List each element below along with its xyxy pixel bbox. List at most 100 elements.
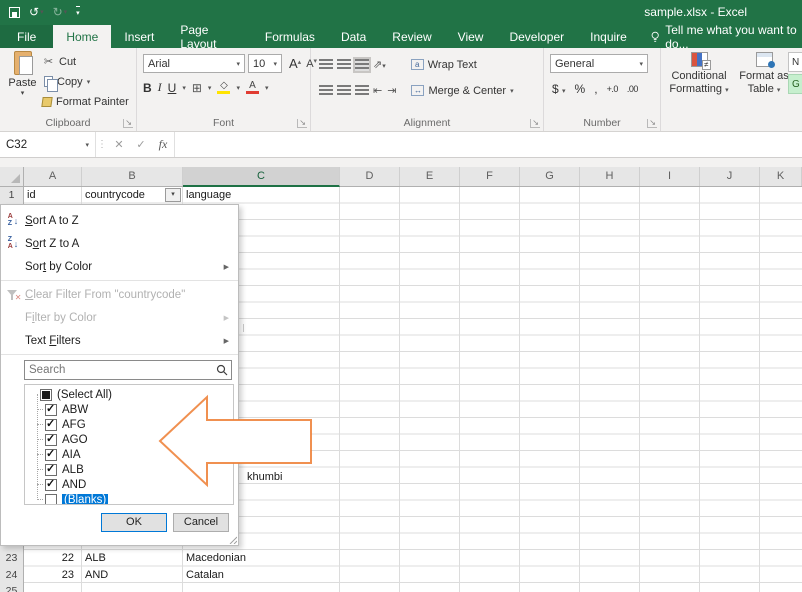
checkbox-abw[interactable]: ✓: [45, 404, 57, 416]
format-as-table-button[interactable]: Format as Table ▾: [737, 52, 791, 97]
redo-button[interactable]: ↻▾: [53, 6, 68, 19]
tab-developer[interactable]: Developer: [496, 25, 577, 48]
filter-search-box[interactable]: [24, 360, 232, 380]
customize-qat-icon[interactable]: ▾: [76, 6, 80, 20]
font-size-select[interactable]: 10▾: [248, 54, 282, 73]
search-input[interactable]: [25, 364, 213, 376]
menu-item-sort-a-to-z[interactable]: AZ ↓ Sort A to Z: [1, 209, 238, 232]
col-header-j[interactable]: J: [700, 167, 760, 186]
tab-page-layout[interactable]: Page Layout: [167, 25, 252, 48]
orientation-button[interactable]: ⇗▾: [373, 58, 386, 71]
cell-a1[interactable]: id: [24, 187, 82, 203]
cell-styles-gallery[interactable]: N G: [788, 52, 802, 96]
font-color-button[interactable]: A: [246, 81, 259, 94]
percent-format-button[interactable]: %: [575, 82, 586, 96]
filter-value-aia[interactable]: ✓ AIA: [25, 447, 233, 462]
currency-format-button[interactable]: $ ▾: [552, 82, 566, 96]
align-middle-icon[interactable]: [337, 59, 351, 71]
tab-inquire[interactable]: Inquire: [577, 25, 640, 48]
format-painter-button[interactable]: Format Painter: [42, 93, 129, 110]
cell-partial-glyph[interactable]: h: [240, 321, 244, 337]
align-bottom-icon[interactable]: [355, 59, 369, 71]
filter-value-and[interactable]: ✓ AND: [25, 477, 233, 492]
menu-item-sort-by-color[interactable]: Sort by Color ▶: [1, 255, 238, 278]
tab-home[interactable]: Home: [53, 25, 111, 48]
save-icon[interactable]: [9, 7, 20, 18]
copy-button[interactable]: Copy▾: [42, 73, 129, 90]
checkbox-blanks[interactable]: ✓: [45, 494, 57, 506]
tab-file[interactable]: File: [0, 25, 53, 48]
formula-input[interactable]: [174, 132, 802, 157]
number-format-select[interactable]: General▾: [550, 54, 648, 73]
filter-value-alb[interactable]: ✓ ALB: [25, 462, 233, 477]
italic-button[interactable]: I: [158, 80, 162, 95]
tab-data[interactable]: Data: [328, 25, 379, 48]
filter-value-ago[interactable]: ✓ AGO: [25, 432, 233, 447]
col-header-i[interactable]: I: [640, 167, 700, 186]
increase-indent-button[interactable]: ⇥: [387, 84, 396, 97]
font-name-select[interactable]: Arial▾: [143, 54, 245, 73]
checkbox-and[interactable]: ✓: [45, 479, 57, 491]
col-header-a[interactable]: A: [24, 167, 82, 186]
font-dialog-launcher[interactable]: ↘: [297, 119, 307, 128]
align-left-icon[interactable]: [319, 85, 333, 97]
col-header-f[interactable]: F: [460, 167, 520, 186]
checkbox-alb[interactable]: ✓: [45, 464, 57, 476]
filter-value-select-all[interactable]: ✓ (Select All): [25, 387, 233, 402]
ok-button[interactable]: OK: [101, 513, 167, 532]
insert-function-button[interactable]: fx: [152, 132, 174, 157]
fill-color-button[interactable]: ◇: [217, 81, 230, 94]
search-icon[interactable]: [213, 364, 231, 376]
row-header-1[interactable]: 1: [0, 187, 23, 203]
col-header-d[interactable]: D: [340, 167, 400, 186]
cell-c24[interactable]: Catalan: [183, 567, 340, 583]
alignment-dialog-launcher[interactable]: ↘: [530, 119, 540, 128]
cell-b24[interactable]: AND: [82, 567, 183, 583]
conditional-formatting-button[interactable]: Conditional Formatting ▾: [663, 52, 735, 97]
filter-dropdown-button[interactable]: ▾: [165, 188, 181, 202]
undo-button[interactable]: ↺▾: [29, 6, 44, 19]
align-top-icon[interactable]: [319, 59, 333, 71]
grow-font-button[interactable]: A▴: [289, 56, 301, 71]
enter-entry-icon[interactable]: ✓: [130, 132, 152, 157]
col-header-h[interactable]: H: [580, 167, 640, 186]
filter-value-afg[interactable]: ✓ AFG: [25, 417, 233, 432]
cancel-button[interactable]: Cancel: [173, 513, 229, 532]
filter-value-abw[interactable]: ✓ ABW: [25, 402, 233, 417]
filter-value-blanks[interactable]: ✓ (Blanks): [25, 492, 233, 505]
col-header-k[interactable]: K: [760, 167, 802, 186]
decrease-indent-button[interactable]: ⇤: [373, 84, 382, 97]
cell-b23[interactable]: ALB: [82, 550, 183, 566]
checkbox-afg[interactable]: ✓: [45, 419, 57, 431]
row-header-23[interactable]: 23: [0, 550, 23, 566]
menu-item-sort-z-to-a[interactable]: ZA ↓ Sort Z to A: [1, 232, 238, 255]
cell-style-normal-chip[interactable]: N: [788, 52, 802, 72]
clipboard-dialog-launcher[interactable]: ↘: [123, 119, 133, 128]
row-header-25[interactable]: 25: [0, 583, 23, 592]
tab-review[interactable]: Review: [379, 25, 444, 48]
tab-formulas[interactable]: Formulas: [252, 25, 328, 48]
align-right-icon[interactable]: [355, 85, 369, 97]
filter-values-list[interactable]: ✓ (Select All) ✓ ABW ✓ AFG ✓ AGO ✓ AIA ✓…: [24, 384, 234, 505]
tell-me-box[interactable]: Tell me what you want to do...: [640, 25, 802, 48]
checkbox-ago[interactable]: ✓: [45, 434, 57, 446]
menu-item-text-filters[interactable]: Text Filters ▶: [1, 329, 238, 352]
cell-c23[interactable]: Macedonian: [183, 550, 340, 566]
cancel-entry-icon[interactable]: ✕: [108, 132, 130, 157]
decrease-decimal-button[interactable]: .00: [627, 84, 638, 94]
number-dialog-launcher[interactable]: ↘: [647, 119, 657, 128]
wrap-text-button[interactable]: aWrap Text: [411, 56, 477, 73]
cut-button[interactable]: ✂Cut: [42, 53, 129, 70]
col-header-b[interactable]: B: [82, 167, 183, 186]
cell-style-good-chip[interactable]: G: [788, 74, 802, 94]
row-header-24[interactable]: 24: [0, 567, 23, 583]
cell-a23[interactable]: 22: [24, 550, 79, 566]
resize-grip-icon[interactable]: [227, 534, 237, 544]
col-header-g[interactable]: G: [520, 167, 580, 186]
name-box[interactable]: C32▾: [0, 132, 96, 157]
checkbox-aia[interactable]: ✓: [45, 449, 57, 461]
select-all-corner[interactable]: [0, 167, 24, 186]
comma-format-button[interactable]: ,: [594, 82, 597, 96]
merge-center-button[interactable]: ↔Merge & Center▾: [411, 82, 513, 99]
cell-a24[interactable]: 23: [24, 567, 79, 583]
